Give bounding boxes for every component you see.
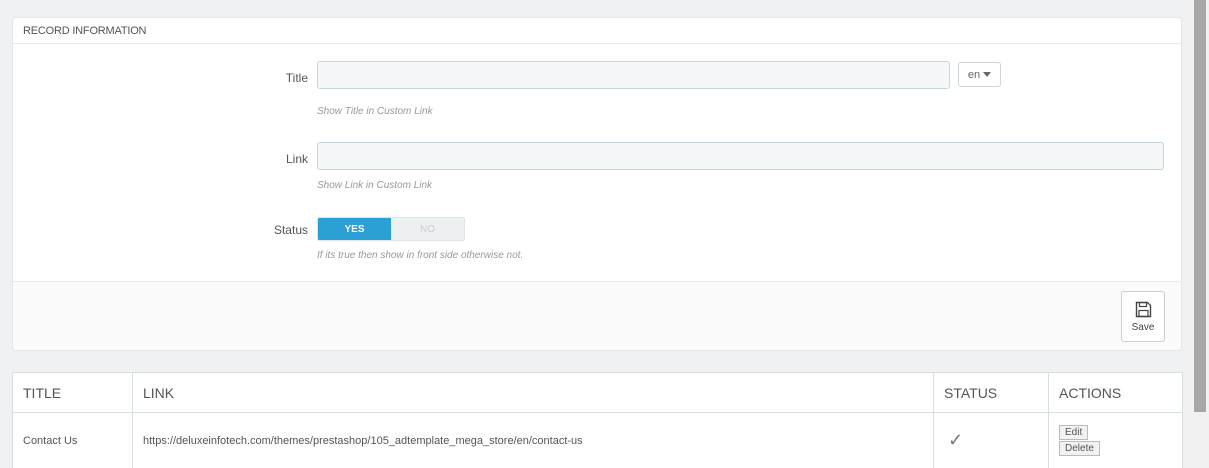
table-row: Contact Us https://deluxeinfotech.com/th… xyxy=(12,412,1183,468)
status-help-text: If its true then show in front side othe… xyxy=(317,250,524,261)
status-label-wrap: Status xyxy=(108,223,308,237)
column-header-status: STATUS xyxy=(933,372,1049,413)
table-header-row: TITLE LINK STATUS ACTIONS xyxy=(12,372,1183,413)
column-header-actions: ACTIONS xyxy=(1048,372,1183,413)
title-label: Title xyxy=(285,71,308,85)
link-help-text: Show Link in Custom Link xyxy=(317,180,433,191)
caret-down-icon xyxy=(983,72,992,77)
scrollbar-thumb[interactable] xyxy=(1194,0,1206,412)
language-dropdown[interactable]: en xyxy=(958,62,1001,87)
column-header-title: TITLE xyxy=(12,372,133,413)
language-value: en xyxy=(967,68,981,81)
save-label: Save xyxy=(1131,321,1155,333)
status-toggle[interactable]: YES NO xyxy=(317,217,465,241)
record-information-panel: RECORD INFORMATION Title en Show Title i… xyxy=(12,17,1182,351)
panel-footer: Save xyxy=(13,281,1181,350)
floppy-disk-icon xyxy=(1135,301,1151,317)
row-actions: Edit Delete xyxy=(1048,412,1183,468)
panel-heading: RECORD INFORMATION xyxy=(13,18,1181,44)
link-input[interactable] xyxy=(317,142,1164,170)
edit-button[interactable]: Edit xyxy=(1059,425,1089,440)
title-input[interactable] xyxy=(317,61,950,89)
checkmark-icon: ✓ xyxy=(933,412,1049,468)
row-link: https://deluxeinfotech.com/themes/presta… xyxy=(132,412,934,468)
title-label-wrap: Title xyxy=(108,71,308,85)
custom-links-table: TITLE LINK STATUS ACTIONS Contact Us htt… xyxy=(12,372,1183,468)
title-help-text: Show Title in Custom Link xyxy=(317,106,433,117)
link-label-wrap: Link xyxy=(108,152,308,166)
row-title: Contact Us xyxy=(12,412,133,468)
column-header-link: LINK xyxy=(132,372,934,413)
status-yes-option[interactable]: YES xyxy=(318,218,391,240)
delete-button[interactable]: Delete xyxy=(1059,441,1100,456)
status-no-option[interactable]: NO xyxy=(391,218,464,240)
link-label: Link xyxy=(285,152,308,166)
status-label: Status xyxy=(273,223,308,237)
save-button[interactable]: Save xyxy=(1121,291,1165,342)
